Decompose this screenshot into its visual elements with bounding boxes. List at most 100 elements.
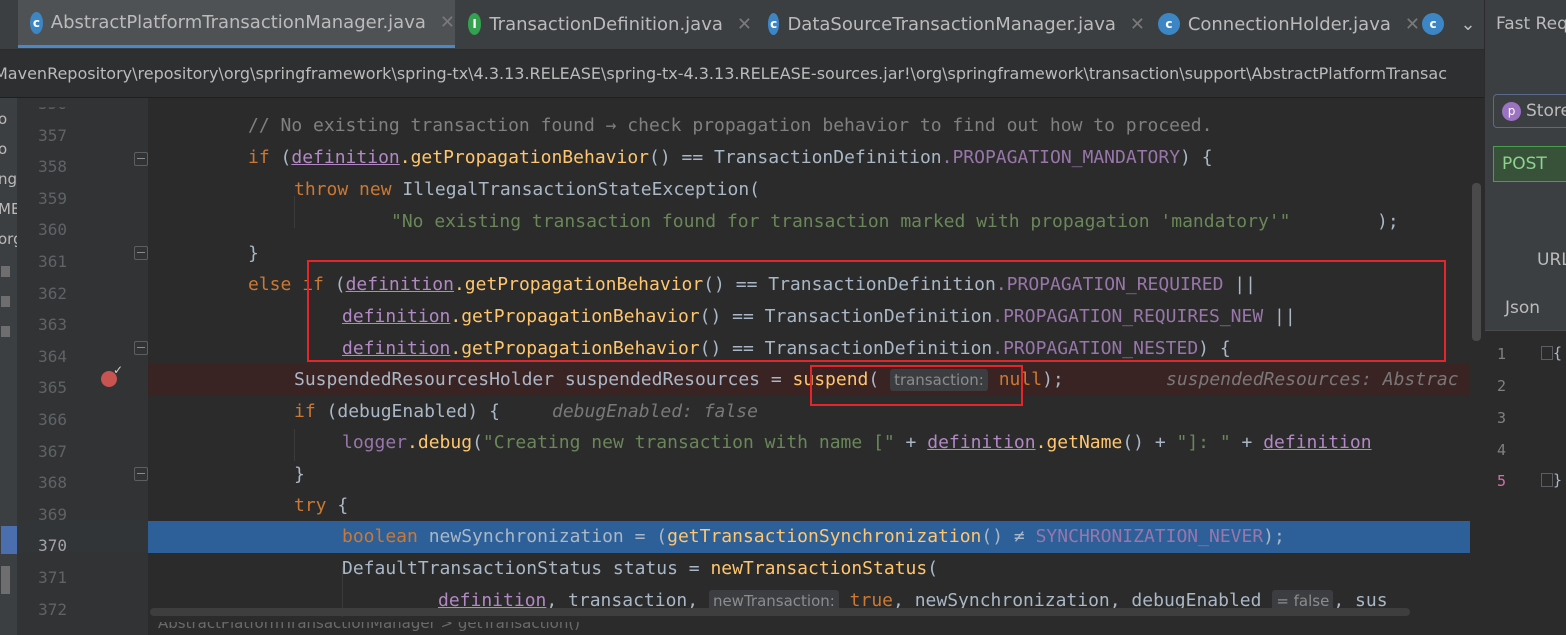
line-number: 363	[38, 315, 67, 335]
keyword-else: else	[248, 274, 292, 295]
highlight-suspend-call	[810, 365, 1023, 406]
close-icon[interactable]: ✕	[440, 12, 455, 33]
json-editor[interactable]: 1 2 3 4 5 { }	[1485, 330, 1566, 635]
highlight-propagation-condition	[307, 260, 1446, 362]
tab-datasource-transaction-manager[interactable]: c DataSourceTransactionManager.java ✕	[760, 0, 1145, 48]
string-literal: "]: "	[1176, 432, 1231, 453]
line-number: 365	[38, 378, 67, 398]
declaration: DefaultTransactionStatus status =	[342, 558, 711, 579]
operator: ≠	[1003, 526, 1036, 547]
editor-tab-bar: c AbstractPlatformTransactionManager.jav…	[0, 0, 1566, 50]
code-line-358: if (definition.getPropagationBehavior() …	[248, 147, 1213, 168]
project-tree-text: org	[0, 230, 17, 248]
code-line-360: "No existing transaction found for trans…	[148, 206, 1484, 238]
identifier: debugEnabled	[337, 401, 468, 422]
tab-connection-holder[interactable]: c ConnectionHolder.java ✕	[1150, 0, 1420, 48]
keyword-if: if	[248, 147, 270, 168]
code-line-369: try {	[294, 495, 349, 516]
fold-icon[interactable]	[134, 341, 148, 355]
store-button[interactable]: p Store	[1493, 94, 1566, 128]
file-path: MavenRepository\repository\org\springfra…	[0, 64, 1447, 83]
code-line-357: // No existing transaction found → check…	[148, 110, 1484, 142]
line-number: 366	[38, 410, 67, 429]
fold-icon[interactable]	[134, 246, 148, 260]
fast-request-panel: Fast Req p Store POST URL Json 1 2 3 4 5…	[1484, 0, 1566, 635]
line-number: 371	[38, 568, 67, 587]
json-brace: }	[1553, 471, 1563, 489]
json-brace: {	[1553, 344, 1563, 362]
tab-label: ConnectionHolder.java	[1187, 13, 1391, 35]
keyword-if: if	[294, 401, 316, 422]
identifier-definition: definition	[927, 432, 1036, 453]
line-number: 369	[38, 504, 67, 524]
tab-label: DataSourceTransactionManager.java	[787, 13, 1116, 35]
close-icon[interactable]: ✕	[1130, 14, 1145, 35]
operator: ==	[670, 147, 715, 168]
json-line-number: 3	[1497, 409, 1507, 427]
class-icon: c	[30, 11, 43, 34]
project-panel-edge: o o ng ME org	[0, 98, 17, 635]
inline-debug-value: debugEnabled: false	[552, 401, 758, 422]
method-name: getTransactionSynchronization	[667, 526, 982, 547]
fold-icon[interactable]	[1541, 473, 1553, 487]
code-line-370: boolean newSynchronization = (getTransac…	[148, 521, 1484, 553]
close-icon[interactable]: ✕	[1405, 14, 1420, 35]
url-label: URL	[1537, 250, 1566, 270]
json-line-number: 1	[1497, 345, 1507, 363]
line-number: 370	[38, 536, 67, 556]
tab-label: TransactionDefinition.java	[489, 13, 723, 35]
tab-transaction-definition[interactable]: I TransactionDefinition.java ✕	[462, 0, 752, 48]
keyword-throw: throw	[294, 179, 349, 200]
json-line-number: 2	[1497, 377, 1507, 395]
tab-list-dropdown[interactable]: ⌄	[1454, 0, 1482, 48]
code-line-367: logger.debug("Creating new transaction w…	[342, 432, 1372, 453]
keyword-new: new	[359, 179, 392, 200]
code-line-371: DefaultTransactionStatus status = newTra…	[342, 558, 939, 579]
identifier-definition: definition	[291, 147, 400, 168]
constant: .PROPAGATION_MANDATORY	[941, 147, 1181, 168]
line-number: 361	[38, 252, 67, 271]
line-number: 368	[38, 473, 67, 493]
type-name: TransactionDefinition	[714, 147, 942, 168]
project-tree-text: o	[0, 110, 8, 128]
line-number: 359	[38, 188, 67, 208]
line-number: 358	[38, 157, 67, 177]
method-name: .debug	[407, 432, 473, 453]
selected-tree-item	[1, 526, 17, 554]
line-number: 367	[38, 441, 67, 461]
tab-abstract-platform-transaction-manager[interactable]: c AbstractPlatformTransactionManager.jav…	[18, 0, 455, 48]
tab-overflow-partial[interactable]: c	[1422, 0, 1446, 48]
editor-horizontal-scrollbar[interactable]	[150, 606, 1470, 618]
breakpoint-icon[interactable]	[101, 363, 123, 387]
tab-label: AbstractPlatformTransactionManager.java	[50, 12, 426, 33]
class-icon: c	[1422, 13, 1444, 35]
project-tree-text: ng	[0, 170, 17, 188]
comment: // No existing transaction found → check…	[248, 115, 1213, 136]
json-line-number: 5	[1497, 472, 1507, 490]
keyword-boolean: boolean	[342, 526, 418, 547]
file-path-bar: MavenRepository\repository\org\springfra…	[0, 50, 1566, 98]
panel-title: Fast Req	[1496, 14, 1566, 34]
p-icon: p	[1502, 102, 1521, 121]
type-name: IllegalTransactionStateException(	[402, 179, 761, 200]
class-icon: c	[768, 13, 780, 35]
fold-icon[interactable]	[1541, 346, 1553, 360]
method-name: .getPropagationBehavior	[399, 147, 649, 168]
editor-vertical-scrollbar[interactable]	[1470, 98, 1484, 635]
class-icon: c	[1158, 13, 1180, 35]
fold-icon[interactable]	[134, 152, 148, 166]
line-number: 357	[38, 125, 67, 145]
project-tree-text: ME	[0, 200, 17, 218]
string-literal: "No existing transaction found for trans…	[391, 211, 1291, 232]
close-icon[interactable]: ✕	[737, 14, 752, 35]
line-number: 360	[38, 220, 67, 240]
line-number: 364	[38, 346, 67, 366]
json-line-number: 4	[1497, 441, 1507, 459]
method-select[interactable]: POST	[1493, 146, 1566, 182]
folder-icon	[1, 266, 10, 277]
declaration: newSynchronization = (	[417, 526, 668, 547]
tab-json[interactable]: Json	[1505, 298, 1540, 318]
chevron-down-icon: ⌄	[1460, 13, 1476, 35]
store-label: Store	[1526, 101, 1566, 121]
fold-icon[interactable]	[134, 467, 148, 481]
